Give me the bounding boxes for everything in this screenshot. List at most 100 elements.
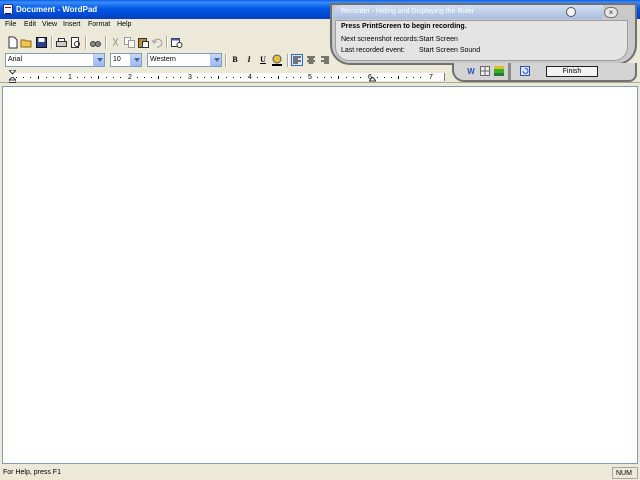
toolbar-separator: [105, 36, 107, 49]
ruler-tick: [180, 77, 181, 78]
font-size-combo[interactable]: 10: [110, 53, 142, 67]
menu-edit[interactable]: Edit: [24, 21, 36, 28]
menu-file[interactable]: File: [5, 21, 16, 28]
recorder-toolbar: W Finish: [452, 63, 637, 82]
ruler-tick: [120, 77, 121, 78]
toolbar-separator: [287, 54, 289, 67]
recorder-panel: Recorder - Hiding and Displaying the Rul…: [330, 3, 637, 82]
window-title: Document - WordPad: [16, 5, 98, 14]
paste-icon[interactable]: [137, 36, 150, 49]
ruler-tick: [293, 77, 294, 78]
word-icon[interactable]: W: [466, 66, 476, 77]
font-name-combo[interactable]: Arial: [5, 53, 105, 67]
italic-button[interactable]: I: [243, 54, 255, 66]
ruler-tick: [137, 77, 138, 78]
chevron-down-icon[interactable]: [93, 54, 104, 66]
toolbar-separator: [508, 63, 511, 80]
ruler-tick: [240, 77, 241, 78]
underline-button[interactable]: U: [257, 54, 269, 66]
ruler-tick: [91, 77, 92, 78]
ruler-tick: [84, 77, 85, 78]
ruler-number: 2: [128, 74, 132, 81]
ruler-tick: [144, 77, 145, 78]
ruler-tick: [300, 77, 301, 78]
undo-icon[interactable]: [520, 66, 530, 77]
font-name-value: Arial: [8, 56, 23, 63]
standard-toolbar: [0, 34, 200, 51]
ruler-number: 4: [248, 74, 252, 81]
ruler-tick: [53, 77, 54, 78]
ruler-tick: [173, 77, 174, 78]
next-screenshot-value: Start Screen: [419, 36, 458, 43]
ruler-tick: [77, 77, 78, 78]
print-icon[interactable]: [55, 36, 68, 49]
open-icon[interactable]: [20, 36, 33, 49]
recorder-minimize-knob[interactable]: [566, 7, 576, 17]
toolbar-separator: [85, 36, 87, 49]
close-icon[interactable]: ×: [604, 7, 618, 18]
ruler-tick: [166, 77, 167, 78]
last-event-label: Last recorded event:: [341, 47, 405, 54]
document-area[interactable]: [2, 86, 638, 464]
ruler-number: 3: [188, 74, 192, 81]
ruler-number: 5: [308, 74, 312, 81]
ruler-tick: [60, 77, 61, 78]
next-screenshot-label: Next screenshot records:: [341, 36, 419, 43]
finish-button[interactable]: Finish: [546, 66, 598, 77]
ruler-tick: [23, 77, 24, 78]
align-center-icon[interactable]: [305, 54, 317, 66]
recorder-prompt: Press PrintScreen to begin recording.: [341, 23, 467, 30]
ruler-tick: [233, 77, 234, 78]
wordpad-app-icon[interactable]: [3, 4, 13, 15]
ruler-tick: [271, 77, 272, 78]
copy-icon[interactable]: [123, 36, 136, 49]
chevron-down-icon[interactable]: [210, 54, 221, 66]
toolbar-separator: [166, 36, 168, 49]
undo-icon[interactable]: [151, 36, 164, 49]
script-value: Western: [150, 56, 176, 63]
cut-icon[interactable]: [109, 36, 122, 49]
ruler-number: 1: [68, 74, 72, 81]
left-indent-marker[interactable]: [7, 76, 18, 83]
ruler-tick: [38, 76, 39, 79]
script-combo[interactable]: Western: [147, 53, 222, 67]
color-icon[interactable]: [271, 54, 283, 66]
color-bars-icon[interactable]: [494, 66, 504, 77]
first-line-indent-marker[interactable]: [7, 69, 18, 75]
bold-button[interactable]: B: [229, 54, 241, 66]
ruler-tick: [98, 76, 99, 79]
new-icon[interactable]: [6, 36, 19, 49]
menu-format[interactable]: Format: [88, 21, 110, 28]
ruler-tick: [211, 77, 212, 78]
font-size-value: 10: [113, 56, 121, 63]
menu-help[interactable]: Help: [117, 21, 131, 28]
ruler-tick: [30, 77, 31, 78]
ruler-tick: [226, 77, 227, 78]
save-icon[interactable]: [35, 36, 48, 49]
ruler-tick: [286, 77, 287, 78]
menu-view[interactable]: View: [42, 21, 57, 28]
ruler-tick: [151, 77, 152, 78]
ruler-tick: [257, 77, 258, 78]
ruler-tick: [264, 77, 265, 78]
last-event-value: Start Screen Sound: [419, 47, 481, 54]
ruler-tick: [317, 77, 318, 78]
align-left-icon[interactable]: [291, 54, 303, 66]
status-bar: For Help, press F1 NUM: [0, 466, 640, 480]
chevron-down-icon[interactable]: [130, 54, 141, 66]
ruler-tick: [16, 77, 17, 78]
find-icon[interactable]: [89, 36, 102, 49]
recorder-info: Press PrintScreen to begin recording. Ne…: [335, 20, 628, 61]
print-preview-icon[interactable]: [69, 36, 82, 49]
ruler-tick: [106, 77, 107, 78]
menu-insert[interactable]: Insert: [63, 21, 81, 28]
ruler-tick: [324, 77, 325, 78]
num-lock-indicator: NUM: [612, 467, 638, 479]
toolbar-separator: [225, 54, 227, 67]
date-time-icon[interactable]: [170, 36, 183, 49]
toolbar-separator: [51, 36, 53, 49]
recorder-title: Recorder - Hiding and Displaying the Rul…: [333, 5, 603, 19]
grid-icon[interactable]: [480, 66, 490, 77]
ruler-tick: [46, 77, 47, 78]
ruler-tick: [278, 76, 279, 79]
